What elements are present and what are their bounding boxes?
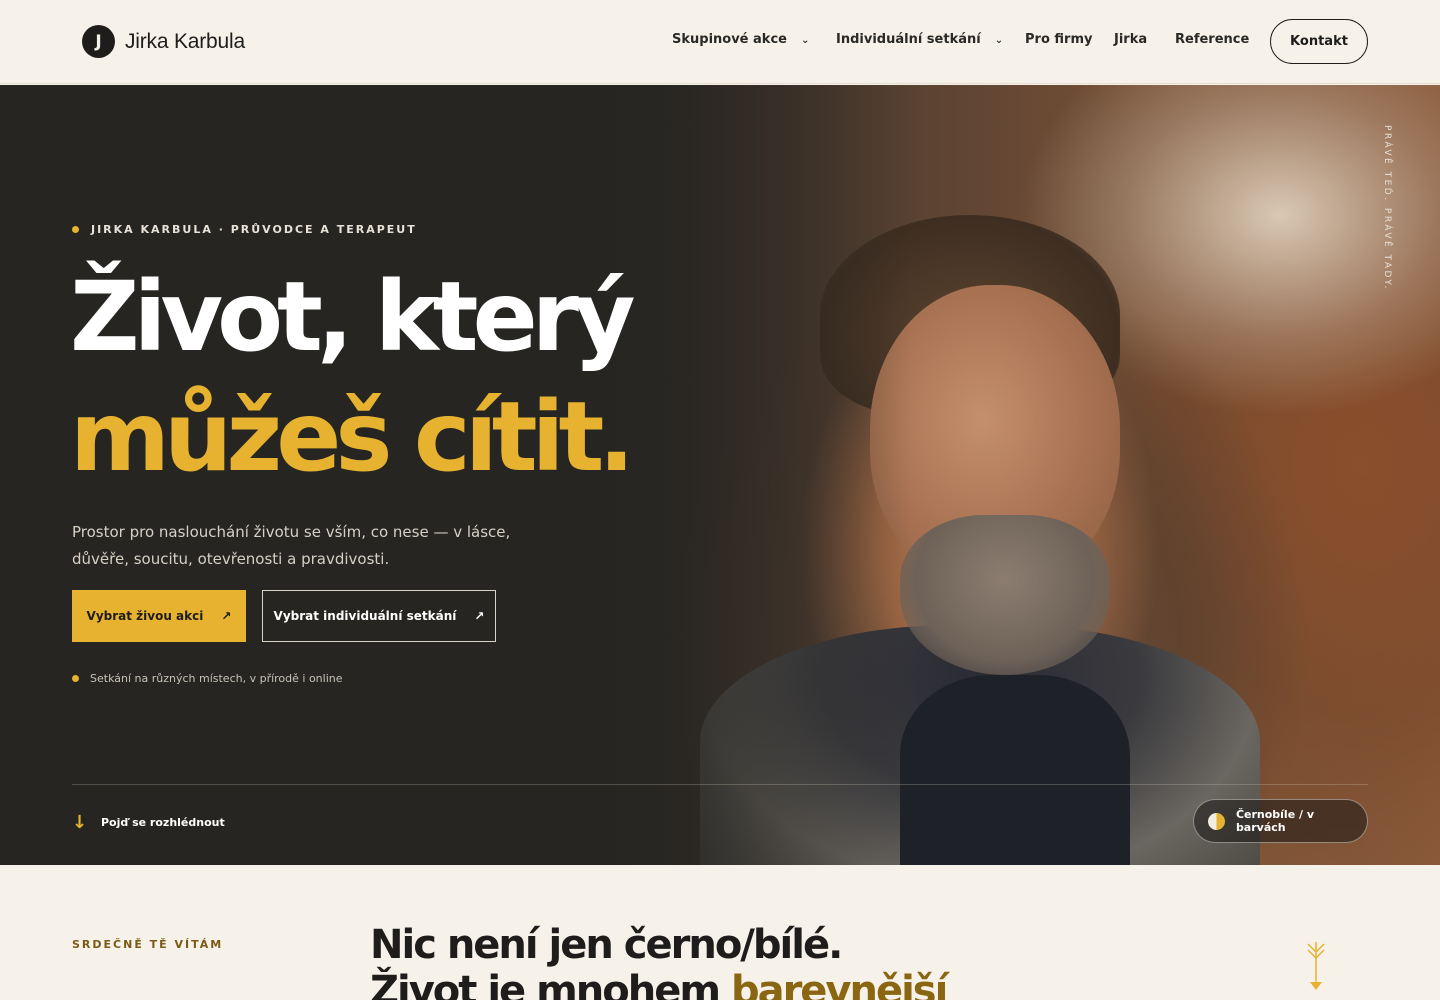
welcome-title-line-2: Život je mnohem [370,968,731,1000]
nav-label: Skupinové akce [672,32,787,47]
logo-mark: J [82,25,115,58]
site-header: J Jirka Karbula Skupinové akce ⌄ Individ… [0,0,1440,84]
hero-lead: Prostor pro naslouchání životu se vším, … [72,523,511,568]
headline-line-2: můžeš cítit. [70,381,635,493]
chevron-down-icon: ⌄ [994,35,1004,46]
button-label: Vybrat individuální setkání [273,609,457,623]
select-individual-session-button[interactable]: Vybrat individuální setkání ↗ [262,590,496,642]
color-mode-toggle[interactable]: Černobíle / v barvách [1193,799,1368,843]
scroll-cue-text: Pojď se rozhlédnout [101,816,225,829]
welcome-label: SRDEČNĚ TĚ VÍTÁM [72,938,224,951]
hero-note: Setkání na různých místech, v přírodě i … [72,672,343,685]
nav-label: Individuální setkání [836,32,981,47]
dot-icon [72,226,79,233]
welcome-title-line-1: Nic není jen černo/bílé. [370,922,843,968]
scroll-down-link[interactable]: ↓ Pojď se rozhlédnout [72,812,225,833]
vertical-tagline: PRÁVĚ TEĎ. PRÁVĚ TADY. [1382,125,1392,291]
nav-item-reference[interactable]: Reference [1175,32,1249,47]
half-circle-icon [1208,812,1225,830]
dot-icon [72,675,79,682]
welcome-title-highlight: barevnější [730,968,948,1000]
nav-label: Reference [1175,32,1250,47]
arrow-up-right-icon: ↗ [474,609,485,623]
hero-section: PRÁVĚ TEĎ. PRÁVĚ TADY. JIRKA KARBULA · P… [0,85,1440,865]
headline-line-1: Život, který [70,261,636,373]
photo-gradient-overlay [560,85,1440,865]
hero-headline: Život, který můžeš cítit. [70,257,636,497]
nav-item-jirka[interactable]: Jirka [1114,32,1147,47]
chevron-down-icon: ⌄ [800,35,810,46]
nav-label: Pro firmy [1025,32,1093,47]
eyebrow-text: JIRKA KARBULA · PRŮVODCE A TERAPEUT [91,223,417,236]
arrow-down-icon: ↓ [72,812,88,833]
decorative-arrow-icon [1307,942,1325,990]
nav-item-skupinove-akce[interactable]: Skupinové akce ⌄ [672,32,809,47]
nav-item-individualni-setkani[interactable]: Individuální setkání ⌄ [836,32,1003,47]
hero-eyebrow: JIRKA KARBULA · PRŮVODCE A TERAPEUT [72,223,417,236]
arrow-up-right-icon: ↗ [221,609,232,623]
note-text: Setkání na různých místech, v přírodě i … [90,672,343,685]
hero-divider [72,784,1368,785]
button-label: Vybrat živou akci [86,609,204,623]
nav-item-pro-firmy[interactable]: Pro firmy [1025,32,1092,47]
logo[interactable]: J Jirka Karbula [82,25,245,58]
toggle-label: Černobíle / v barvách [1235,808,1315,834]
contact-button[interactable]: Kontakt [1270,19,1368,64]
welcome-title: Nic není jen černo/bílé. Život je mnohem… [370,922,948,1000]
select-live-event-button[interactable]: Vybrat živou akci ↗ [72,590,246,642]
logo-text: Jirka Karbula [125,29,245,53]
nav-label: Jirka [1114,32,1148,47]
